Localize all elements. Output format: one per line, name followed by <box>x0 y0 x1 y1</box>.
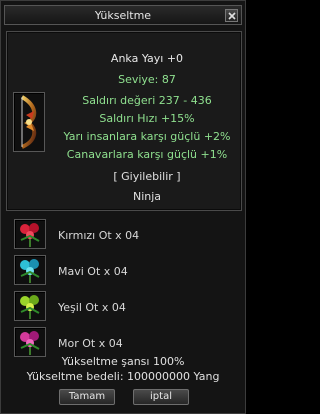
phoenix-bow-icon <box>20 95 37 149</box>
class-label: Ninja <box>132 190 162 203</box>
material-row: Mavi Ot x 04 <box>6 255 242 287</box>
cancel-button[interactable]: iptal <box>133 389 189 405</box>
blue-herb-icon <box>20 259 40 283</box>
attack-value: Saldırı değeri 237 - 436 <box>82 94 212 107</box>
item-info-panel: Anka Yayı +0 Seviye: 87 Saldırı değeri 2… <box>6 31 242 211</box>
close-icon <box>228 12 236 20</box>
material-label: Kırmızı Ot x 04 <box>58 229 140 242</box>
green-herb-icon <box>20 295 40 319</box>
upgrade-chance: Yükseltme şansı 100% <box>61 355 185 368</box>
purple-herb-icon <box>20 331 40 355</box>
item-level: Seviye: 87 <box>118 73 176 86</box>
material-slot[interactable] <box>14 219 46 249</box>
material-label: Mavi Ot x 04 <box>58 265 128 278</box>
title-bar[interactable]: Yükseltme <box>4 5 242 25</box>
upgrade-cost: Yükseltme bedeli: 100000000 Yang <box>26 370 220 383</box>
attack-speed: Saldırı Hızı +15% <box>99 112 195 125</box>
window-title: Yükseltme <box>94 9 152 22</box>
item-name: Anka Yayı +0 <box>110 52 184 65</box>
material-row: Yeşil Ot x 04 <box>6 291 242 323</box>
material-row: Kırmızı Ot x 04 <box>6 219 242 251</box>
upgrade-window: Yükseltme Anka Yayı +0 Seviye: 87 Saldır… <box>0 0 246 414</box>
wearable-label: [ Giyilebilir ] <box>113 170 181 183</box>
close-button[interactable] <box>225 9 238 22</box>
item-slot[interactable] <box>13 92 45 152</box>
material-slot[interactable] <box>14 327 46 357</box>
material-label: Yeşil Ot x 04 <box>58 301 126 314</box>
material-slot[interactable] <box>14 255 46 285</box>
red-herb-icon <box>20 223 40 247</box>
bonus-monsters: Canavarlara karşı güçlü +1% <box>66 148 228 161</box>
bonus-half-humans: Yarı insanlara karşı güçlü +2% <box>63 130 231 143</box>
ok-button[interactable]: Tamam <box>59 389 115 405</box>
material-slot[interactable] <box>14 291 46 321</box>
material-label: Mor Ot x 04 <box>58 337 123 350</box>
